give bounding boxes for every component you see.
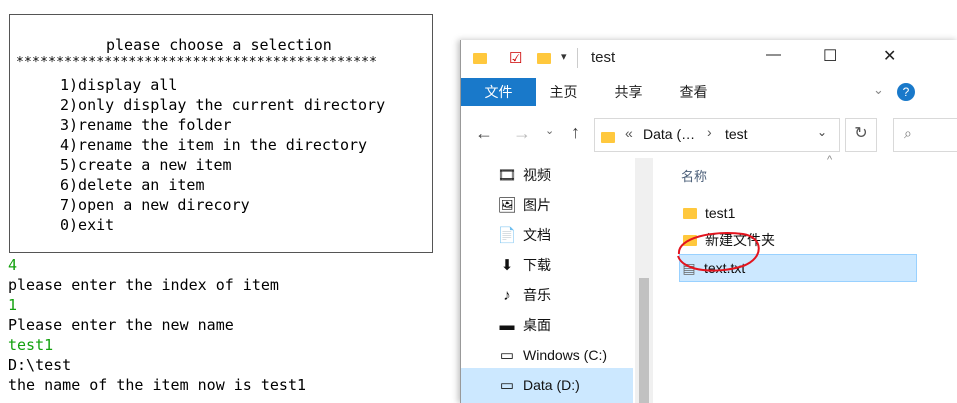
nav-item-label: Windows (C:) — [523, 347, 608, 363]
console-input-line: 1 — [8, 296, 18, 314]
close-button[interactable]: ✕ — [883, 46, 896, 66]
menu-option: 7)open a new direcory — [60, 196, 250, 214]
file-item[interactable]: test1 — [681, 200, 735, 226]
nav-item-label: 图片 — [523, 197, 551, 213]
menu-option: 5)create a new item — [60, 156, 232, 174]
help-icon[interactable]: ? — [897, 83, 915, 101]
address-overflow[interactable]: « — [625, 125, 633, 141]
ribbon-tabs: 文件 主页 共享 查看 ⌄ ? — [461, 78, 957, 106]
nav-item-label: 文档 — [523, 227, 551, 243]
console-input-line: 4 — [8, 256, 18, 274]
back-arrow-icon[interactable]: ← — [475, 123, 493, 144]
console-output-line: the name of the item now is test1 — [8, 376, 307, 394]
download-icon: ⬇ — [500, 257, 514, 274]
quick-access-dropdown-icon[interactable]: ▾ — [561, 50, 567, 63]
breadcrumb-current[interactable]: test — [725, 126, 748, 142]
sort-indicator-icon: ^ — [827, 154, 833, 166]
chevron-right-icon[interactable]: › — [707, 124, 712, 140]
folder-icon — [681, 200, 699, 226]
forward-arrow-icon[interactable]: → — [513, 123, 531, 144]
navigation-pane: 🎞 视频 🖼 图片 📄 文档 ⬇ 下载 ♪ 音乐 ▬ 桌面 ▭ Windows (C:) ▭ Data (D:… — [461, 158, 635, 403]
nav-item[interactable]: ♪ 音乐 — [497, 282, 551, 308]
tab-share[interactable]: 共享 — [606, 78, 651, 106]
tab-view[interactable]: 查看 — [671, 78, 716, 106]
nav-item-label: 桌面 — [523, 317, 551, 333]
document-icon: 📄 — [497, 227, 517, 244]
navigation-bar: ← → ⌄ ↑ « Data (… › test ⌄ ↻ ⌕ — [461, 114, 957, 154]
console-output-line: please enter the index of item — [8, 276, 279, 294]
recent-locations-icon[interactable]: ⌄ — [545, 124, 554, 137]
video-icon: 🎞 — [497, 167, 517, 184]
drive-icon: ▭ — [499, 377, 515, 394]
menu-option: 1)display all — [60, 76, 178, 94]
picture-icon: 🖼 — [497, 197, 517, 214]
file-list: ^ 名称 test1 新建文件夹 ▤ text.txt — [653, 154, 957, 403]
desktop-icon: ▬ — [499, 317, 515, 334]
menu-option: 3)rename the folder — [60, 116, 232, 134]
properties-icon[interactable]: ☑ — [509, 49, 522, 67]
music-icon: ♪ — [503, 287, 511, 304]
ribbon-collapse-icon[interactable]: ⌄ — [873, 82, 884, 98]
nav-item[interactable]: 🎞 视频 — [497, 162, 551, 188]
breadcrumb-parent[interactable]: Data (… — [643, 126, 695, 142]
up-arrow-icon[interactable]: ↑ — [571, 122, 580, 143]
menu-separator: ****************************************… — [16, 55, 378, 70]
nav-item[interactable]: ▭ Data (D:) — [497, 372, 580, 398]
nav-item-label: Data (D:) — [523, 377, 580, 393]
nav-item[interactable]: ▬ 桌面 — [497, 312, 552, 338]
menu-option: 2)only display the current directory — [60, 96, 386, 114]
minimize-button[interactable]: — — [766, 46, 781, 63]
menu-option: 4)rename the item in the directory — [60, 136, 368, 154]
folder-icon — [601, 132, 615, 143]
file-explorer-window: ☑ ▾ test — ☐ ✕ 文件 主页 共享 查看 ⌄ ? ← → ⌄ ↑ «… — [460, 40, 957, 403]
tab-home[interactable]: 主页 — [541, 78, 586, 106]
nav-item[interactable]: ▭ Windows (C:) — [497, 342, 607, 368]
column-header-name[interactable]: 名称 — [681, 166, 707, 185]
nav-item-label: 音乐 — [523, 287, 551, 303]
console-output-line: D:\test — [8, 356, 72, 374]
red-circle-annotation — [677, 232, 760, 272]
tab-file[interactable]: 文件 — [461, 78, 536, 106]
refresh-button[interactable]: ↻ — [845, 118, 877, 152]
address-bar[interactable]: « Data (… › test ⌄ — [594, 118, 840, 152]
nav-item-label: 下载 — [523, 257, 551, 273]
search-box[interactable]: ⌕ — [893, 118, 957, 152]
nav-item[interactable]: ⬇ 下载 — [497, 252, 551, 278]
file-name: test1 — [705, 205, 736, 221]
nav-item[interactable]: 🖼 图片 — [497, 192, 551, 218]
menu-option: 6)delete an item — [60, 176, 205, 194]
maximize-button[interactable]: ☐ — [823, 46, 837, 66]
menu-option: 0)exit — [60, 216, 115, 234]
nav-scroll-thumb[interactable] — [639, 278, 649, 403]
menu-title: please choose a selection — [106, 36, 332, 54]
nav-item[interactable]: 📄 文档 — [497, 222, 551, 248]
address-dropdown-icon[interactable]: ⌄ — [817, 125, 827, 139]
window-title: test — [591, 49, 616, 66]
search-icon: ⌕ — [904, 125, 912, 141]
console-output-line: Please enter the new name — [8, 316, 234, 334]
drive-icon: ▭ — [499, 347, 515, 364]
console-input-line: test1 — [8, 336, 54, 354]
new-folder-icon[interactable] — [537, 50, 551, 68]
nav-item-label: 视频 — [523, 167, 551, 183]
folder-icon — [473, 50, 487, 68]
title-bar: ☑ ▾ test — ☐ ✕ — [461, 40, 957, 78]
